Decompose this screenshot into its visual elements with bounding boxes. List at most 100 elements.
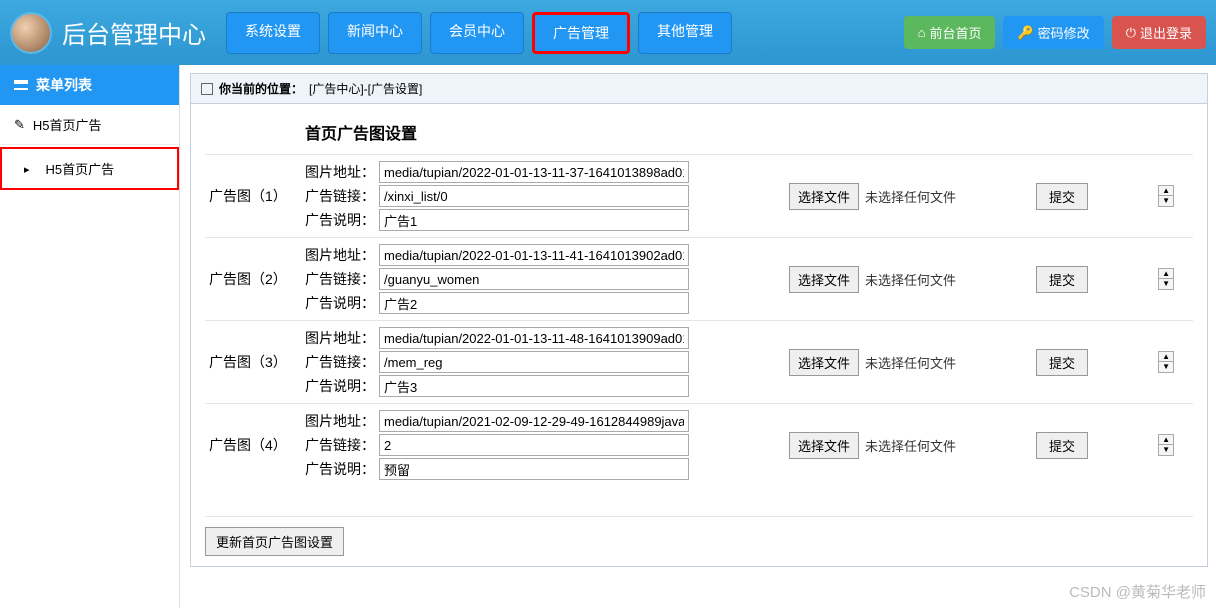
nav-tab-other[interactable]: 其他管理 xyxy=(638,12,732,54)
breadcrumb-prefix: 你当前的位置： xyxy=(219,80,303,97)
ad-link-label: 广告链接： xyxy=(305,435,375,455)
power-icon: ⏻ xyxy=(1126,25,1136,41)
sidebar-header: 菜单列表 xyxy=(0,65,179,105)
ad-desc-input[interactable] xyxy=(379,209,689,231)
ad-title: 广告图（2） xyxy=(205,269,305,289)
ad-desc-label: 广告说明： xyxy=(305,376,375,396)
spinner-down-icon[interactable]: ▼ xyxy=(1159,362,1173,372)
home-icon: ⌂ xyxy=(918,25,926,40)
spinner-down-icon[interactable]: ▼ xyxy=(1159,196,1173,206)
panel: 你当前的位置： [广告中心]-[广告设置] 首页广告图设置 广告图（1） 图片地… xyxy=(190,73,1208,567)
choose-file-button[interactable]: 选择文件 xyxy=(789,266,859,293)
number-spinner: ▲ ▼ xyxy=(1158,351,1174,373)
nav-tab-system[interactable]: 系统设置 xyxy=(226,12,320,54)
ad-desc-label: 广告说明： xyxy=(305,459,375,479)
header-right: ⌂前台首页 🔑密码修改 ⏻退出登录 xyxy=(904,16,1206,49)
update-button[interactable]: 更新首页广告图设置 xyxy=(205,527,344,556)
image-url-input[interactable] xyxy=(379,161,689,183)
home-button[interactable]: ⌂前台首页 xyxy=(904,16,996,49)
nav-tabs: 系统设置 新闻中心 会员中心 广告管理 其他管理 xyxy=(226,12,732,54)
update-row: 更新首页广告图设置 xyxy=(205,516,1193,556)
nav-tab-news[interactable]: 新闻中心 xyxy=(328,12,422,54)
password-button[interactable]: 🔑密码修改 xyxy=(1003,16,1103,49)
sidebar-item-h5-ads-parent[interactable]: H5首页广告 xyxy=(0,105,179,145)
file-col: 选择文件 未选择任何文件 xyxy=(789,266,956,293)
submit-button[interactable]: 提交 xyxy=(1036,183,1088,210)
ad-link-label: 广告链接： xyxy=(305,352,375,372)
image-url-label: 图片地址： xyxy=(305,162,375,182)
file-status: 未选择任何文件 xyxy=(865,436,956,455)
ad-desc-input[interactable] xyxy=(379,458,689,480)
watermark: CSDN @黄菊华老师 xyxy=(1069,581,1206,602)
caret-right-icon xyxy=(16,161,30,176)
choose-file-button[interactable]: 选择文件 xyxy=(789,349,859,376)
image-url-input[interactable] xyxy=(379,244,689,266)
submit-button[interactable]: 提交 xyxy=(1036,432,1088,459)
image-url-label: 图片地址： xyxy=(305,328,375,348)
submit-col: 提交 xyxy=(1036,432,1088,459)
sidebar-header-label: 菜单列表 xyxy=(36,75,92,95)
content: 你当前的位置： [广告中心]-[广告设置] 首页广告图设置 广告图（1） 图片地… xyxy=(180,65,1216,608)
file-status: 未选择任何文件 xyxy=(865,270,956,289)
sidebar-item-label: H5首页广告 xyxy=(33,115,102,134)
top-header: 后台管理中心 系统设置 新闻中心 会员中心 广告管理 其他管理 ⌂前台首页 🔑密… xyxy=(0,0,1216,65)
ad-desc-label: 广告说明： xyxy=(305,293,375,313)
sidebar: 菜单列表 H5首页广告 H5首页广告 xyxy=(0,65,180,608)
image-url-label: 图片地址： xyxy=(305,411,375,431)
main: 菜单列表 H5首页广告 H5首页广告 你当前的位置： [广告中心]-[广告设置]… xyxy=(0,65,1216,608)
file-col: 选择文件 未选择任何文件 xyxy=(789,349,956,376)
location-icon xyxy=(201,83,213,95)
submit-col: 提交 xyxy=(1036,266,1088,293)
panel-body: 首页广告图设置 广告图（1） 图片地址： 广告链接： 广告说明： 选择文件 未选… xyxy=(191,104,1207,566)
ad-link-label: 广告链接： xyxy=(305,186,375,206)
sidebar-item-h5-ads-child[interactable]: H5首页广告 xyxy=(0,147,179,190)
nav-tab-ads[interactable]: 广告管理 xyxy=(532,12,630,54)
edit-icon xyxy=(14,117,25,133)
image-url-input[interactable] xyxy=(379,327,689,349)
spinner-up-icon[interactable]: ▲ xyxy=(1159,352,1173,362)
breadcrumb-path: [广告中心]-[广告设置] xyxy=(309,80,422,97)
number-spinner: ▲ ▼ xyxy=(1158,268,1174,290)
choose-file-button[interactable]: 选择文件 xyxy=(789,432,859,459)
ad-desc-label: 广告说明： xyxy=(305,210,375,230)
ad-link-input[interactable] xyxy=(379,434,689,456)
spinner-up-icon[interactable]: ▲ xyxy=(1159,186,1173,196)
ad-fields: 图片地址： 广告链接： 广告说明： xyxy=(305,161,689,231)
submit-button[interactable]: 提交 xyxy=(1036,266,1088,293)
submit-col: 提交 xyxy=(1036,183,1088,210)
image-url-label: 图片地址： xyxy=(305,245,375,265)
file-col: 选择文件 未选择任何文件 xyxy=(789,183,956,210)
ad-title: 广告图（4） xyxy=(205,435,305,455)
ad-title: 广告图（1） xyxy=(205,186,305,206)
file-status: 未选择任何文件 xyxy=(865,353,956,372)
ad-desc-input[interactable] xyxy=(379,292,689,314)
ad-row: 广告图（1） 图片地址： 广告链接： 广告说明： 选择文件 未选择任何文件 提交… xyxy=(205,154,1193,237)
submit-col: 提交 xyxy=(1036,349,1088,376)
nav-tab-members[interactable]: 会员中心 xyxy=(430,12,524,54)
number-spinner: ▲ ▼ xyxy=(1158,434,1174,456)
avatar[interactable] xyxy=(10,12,52,54)
ad-fields: 图片地址： 广告链接： 广告说明： xyxy=(305,244,689,314)
choose-file-button[interactable]: 选择文件 xyxy=(789,183,859,210)
ad-desc-input[interactable] xyxy=(379,375,689,397)
spinner-up-icon[interactable]: ▲ xyxy=(1159,269,1173,279)
ad-link-input[interactable] xyxy=(379,268,689,290)
file-col: 选择文件 未选择任何文件 xyxy=(789,432,956,459)
ad-row: 广告图（2） 图片地址： 广告链接： 广告说明： 选择文件 未选择任何文件 提交… xyxy=(205,237,1193,320)
site-title: 后台管理中心 xyxy=(62,15,206,50)
logout-button[interactable]: ⏻退出登录 xyxy=(1112,16,1206,49)
key-icon: 🔑 xyxy=(1017,25,1033,41)
breadcrumb: 你当前的位置： [广告中心]-[广告设置] xyxy=(191,74,1207,104)
section-title: 首页广告图设置 xyxy=(305,120,1193,144)
spinner-down-icon[interactable]: ▼ xyxy=(1159,279,1173,289)
ad-fields: 图片地址： 广告链接： 广告说明： xyxy=(305,410,689,480)
spinner-down-icon[interactable]: ▼ xyxy=(1159,445,1173,455)
ad-fields: 图片地址： 广告链接： 广告说明： xyxy=(305,327,689,397)
submit-button[interactable]: 提交 xyxy=(1036,349,1088,376)
number-spinner: ▲ ▼ xyxy=(1158,185,1174,207)
ad-link-input[interactable] xyxy=(379,351,689,373)
spinner-up-icon[interactable]: ▲ xyxy=(1159,435,1173,445)
image-url-input[interactable] xyxy=(379,410,689,432)
menu-icon xyxy=(14,80,28,90)
ad-link-input[interactable] xyxy=(379,185,689,207)
